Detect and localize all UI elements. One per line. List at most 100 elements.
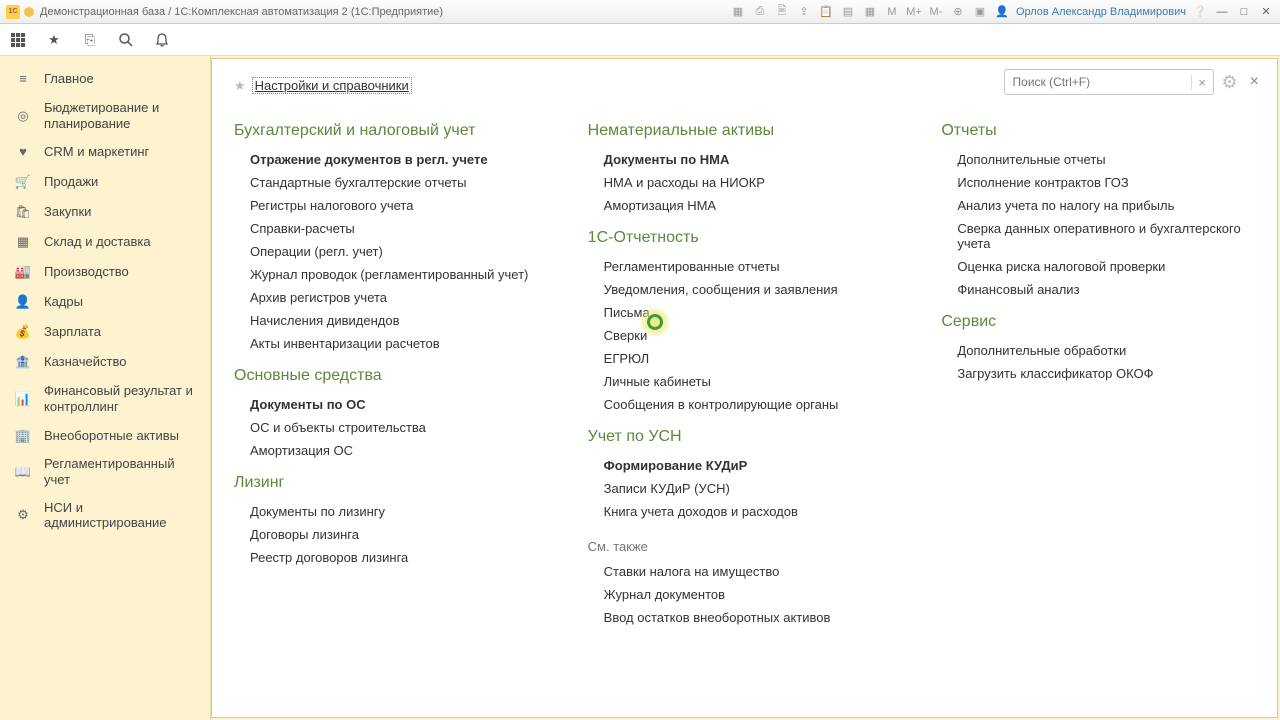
m-minus-label[interactable]: M- [928, 4, 944, 20]
nav-link[interactable]: Ввод остатков внеоборотных активов [588, 606, 902, 629]
sidebar-item-treasury[interactable]: 🏦Казначейство [0, 347, 210, 377]
boxes-icon: ▦ [14, 233, 32, 251]
nav-link[interactable]: Исполнение контрактов ГОЗ [941, 171, 1255, 194]
window-title: Демонстрационная база / 1С:Комплексная а… [40, 6, 730, 18]
nav-link[interactable]: Справки-расчеты [234, 217, 548, 240]
sidebar-item-salary[interactable]: 💰Зарплата [0, 317, 210, 347]
link-icon[interactable]: ⇪ [796, 4, 812, 20]
apps-icon[interactable] [8, 30, 28, 50]
nav-link[interactable]: Уведомления, сообщения и заявления [588, 278, 902, 301]
favorite-link[interactable]: Настройки и справочники [252, 77, 412, 94]
nav-link[interactable]: Формирование КУДиР [588, 454, 902, 477]
nav-link[interactable]: ОС и объекты строительства [234, 416, 548, 439]
nav-link[interactable]: Акты инвентаризации расчетов [234, 332, 548, 355]
nav-link[interactable]: Дополнительные обработки [941, 339, 1255, 362]
m-plus-label[interactable]: M+ [906, 4, 922, 20]
nav-link[interactable]: Письма [588, 301, 902, 324]
nav-link[interactable]: Начисления дивидендов [234, 309, 548, 332]
calendar-icon[interactable]: ▦ [862, 4, 878, 20]
sidebar-label: Зарплата [44, 324, 101, 340]
clipboard-icon[interactable]: 📋 [818, 4, 834, 20]
nav-link[interactable]: Оценка риска налоговой проверки [941, 255, 1255, 278]
nav-link[interactable]: Дополнительные отчеты [941, 148, 1255, 171]
save-icon[interactable]: ▦ [730, 4, 746, 20]
content-wrap: ⌂ × ⚙ × ★ Настройки и справочники Бухгал… [211, 56, 1280, 720]
nav-link[interactable]: Документы по лизингу [234, 500, 548, 523]
nav-link[interactable]: Финансовый анализ [941, 278, 1255, 301]
person-icon: 👤 [14, 293, 32, 311]
nav-link[interactable]: Регистры налогового учета [234, 194, 548, 217]
nav-link[interactable]: Реестр договоров лизинга [234, 546, 548, 569]
zoom-icon[interactable]: ⊕ [950, 4, 966, 20]
star-icon[interactable]: ★ [44, 30, 64, 50]
m-label[interactable]: M [884, 4, 900, 20]
clipboard-tool-icon[interactable]: ⎘ [80, 30, 100, 50]
building-icon: 🏢 [14, 426, 32, 444]
nav-link[interactable]: Договоры лизинга [234, 523, 548, 546]
sidebar-item-sales[interactable]: 🛒Продажи [0, 167, 210, 197]
nav-link[interactable]: Амортизация ОС [234, 439, 548, 462]
sidebar-item-finance[interactable]: 📊Финансовый результат и контроллинг [0, 377, 210, 420]
sidebar-item-warehouse[interactable]: ▦ Склад и доставка [0, 227, 210, 257]
search-input[interactable] [1005, 75, 1191, 89]
nav-link[interactable]: Отражение документов в регл. учете [234, 148, 548, 171]
sidebar-label: Производство [44, 264, 129, 280]
nav-link[interactable]: ЕГРЮЛ [588, 347, 902, 370]
nav-link[interactable]: Журнал проводок (регламентированный учет… [234, 263, 548, 286]
sidebar-item-hr[interactable]: 👤Кадры [0, 287, 210, 317]
sidebar-label: Склад и доставка [44, 234, 151, 250]
nav-link[interactable]: Регламентированные отчеты [588, 255, 902, 278]
user-name[interactable]: Орлов Александр Владимирович [1016, 6, 1186, 18]
nav-link[interactable]: Книга учета доходов и расходов [588, 500, 902, 523]
nav-link[interactable]: Ставки налога на имущество [588, 560, 902, 583]
favorite-star-icon[interactable]: ★ [234, 78, 246, 94]
nav-link[interactable]: Сверки [588, 324, 902, 347]
sidebar-item-nsi[interactable]: ⚙НСИ и администрирование [0, 494, 210, 537]
sidebar-label: CRM и маркетинг [44, 144, 149, 160]
settings-icon[interactable]: ⚙ [1222, 72, 1238, 93]
nav-link[interactable]: Сверка данных оперативного и бухгалтерск… [941, 217, 1255, 255]
nav-link[interactable]: Документы по ОС [234, 393, 548, 416]
titlebar: 1C Демонстрационная база / 1С:Комплексна… [0, 0, 1280, 24]
section-heading: См. также [588, 539, 902, 554]
sidebar-item-main[interactable]: ≡Главное [0, 64, 210, 94]
close-button[interactable]: ✕ [1258, 4, 1274, 20]
search-clear-button[interactable]: × [1191, 75, 1213, 90]
nav-link[interactable]: Записи КУДиР (УСН) [588, 477, 902, 500]
sidebar-item-purchases[interactable]: 🛍Закупки [0, 197, 210, 227]
nav-link[interactable]: Личные кабинеты [588, 370, 902, 393]
sidebar-label: НСИ и администрирование [44, 500, 196, 531]
nav-link[interactable]: Стандартные бухгалтерские отчеты [234, 171, 548, 194]
user-icon: 👤 [994, 4, 1010, 20]
sidebar-item-production[interactable]: 🏭Производство [0, 257, 210, 287]
sidebar-item-crm[interactable]: ♥CRM и маркетинг [0, 137, 210, 167]
sidebar-item-budgeting[interactable]: ◎Бюджетирование и планирование [0, 94, 210, 137]
bell-icon[interactable] [152, 30, 172, 50]
column-2: Нематериальные активыДокументы по НМАНМА… [588, 110, 902, 629]
print-icon[interactable]: ⎙ [752, 4, 768, 20]
nav-link[interactable]: Операции (регл. учет) [234, 240, 548, 263]
sidebar-item-assets[interactable]: 🏢Внеоборотные активы [0, 420, 210, 450]
maximize-button[interactable]: □ [1236, 4, 1252, 20]
search-tool-icon[interactable] [116, 30, 136, 50]
nav-link[interactable]: Архив регистров учета [234, 286, 548, 309]
search-box: × [1004, 69, 1214, 95]
sidebar-item-accounting[interactable]: 📖Регламентированный учет [0, 450, 210, 493]
sidebar-label: Регламентированный учет [44, 456, 196, 487]
sidebar: ≡Главное ◎Бюджетирование и планирование … [0, 56, 211, 720]
close-panel-button[interactable]: × [1246, 73, 1263, 91]
bank-icon: 🏦 [14, 353, 32, 371]
nav-link[interactable]: НМА и расходы на НИОКР [588, 171, 902, 194]
nav-link[interactable]: Загрузить классификатор ОКОФ [941, 362, 1255, 385]
minimize-button[interactable]: — [1214, 4, 1230, 20]
nav-link[interactable]: Анализ учета по налогу на прибыль [941, 194, 1255, 217]
nav-link[interactable]: Документы по НМА [588, 148, 902, 171]
nav-link[interactable]: Амортизация НМА [588, 194, 902, 217]
nav-link[interactable]: Сообщения в контролирующие органы [588, 393, 902, 416]
history-icon[interactable]: ▣ [972, 4, 988, 20]
calc-icon[interactable]: ▤ [840, 4, 856, 20]
help-icon[interactable]: ❔ [1192, 4, 1208, 20]
document-icon[interactable]: 🗎 [774, 4, 790, 20]
menu-icon: ≡ [14, 70, 32, 88]
nav-link[interactable]: Журнал документов [588, 583, 902, 606]
